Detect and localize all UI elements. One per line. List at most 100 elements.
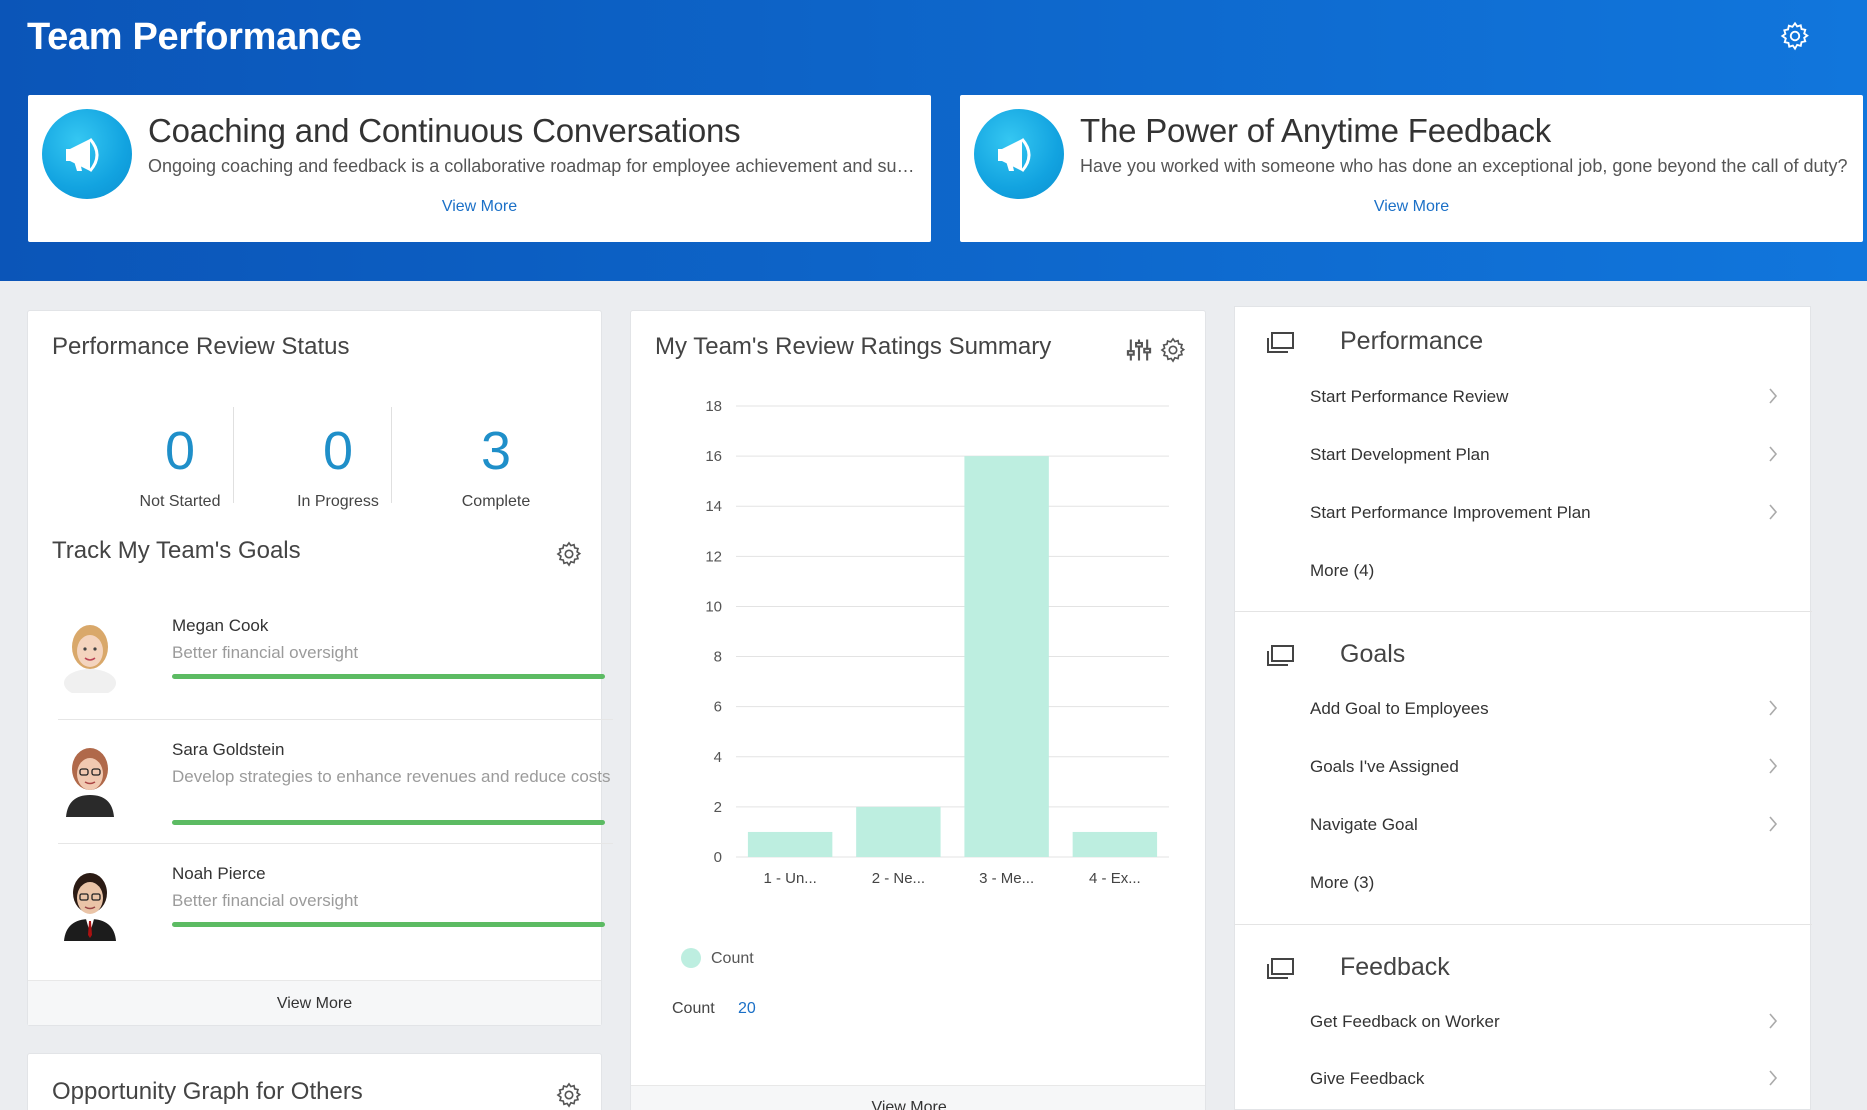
- y-tick-label: 10: [705, 598, 722, 615]
- menu-item-label: Give Feedback: [1310, 1069, 1425, 1088]
- window-stack-icon: [1267, 332, 1294, 353]
- opportunity-graph-card: Opportunity Graph for Others: [27, 1053, 602, 1110]
- chevron-right-icon: [1769, 504, 1778, 520]
- gear-icon[interactable]: [555, 540, 583, 568]
- announcement-card: The Power of Anytime Feedback Have you w…: [960, 95, 1863, 242]
- menu-item-label: Start Development Plan: [1310, 445, 1490, 464]
- menu-section-title: Feedback: [1340, 953, 1450, 981]
- gear-icon[interactable]: [555, 1081, 583, 1109]
- goals-view-more-button[interactable]: View More: [28, 980, 601, 1025]
- worklets-menu-card: Performance Start Performance Review Sta…: [1234, 306, 1812, 1110]
- menu-item-label: More (3): [1310, 873, 1375, 892]
- menu-section-feedback: Feedback Get Feedback on Worker Give Fee…: [1235, 925, 1812, 1110]
- menu-item-goals-ive-assigned[interactable]: Goals I've Assigned: [1310, 753, 1780, 783]
- announcement-card: Coaching and Continuous Conversations On…: [28, 95, 931, 242]
- y-tick-label: 18: [705, 398, 722, 415]
- menu-section-goals: Goals Add Goal to Employees Goals I've A…: [1235, 612, 1812, 925]
- goal-employee-name[interactable]: Sara Goldstein: [172, 740, 284, 760]
- goal-description: Better financial oversight: [172, 643, 359, 662]
- menu-section-title: Performance: [1340, 327, 1484, 355]
- megaphone-icon: [42, 109, 132, 199]
- goal-employee-name[interactable]: Megan Cook: [172, 616, 268, 636]
- x-tick-label: 2 - Ne...: [872, 870, 925, 887]
- goal-progress-bar: [172, 820, 605, 825]
- goal-row[interactable]: Megan Cook Better financial oversight: [58, 596, 613, 720]
- y-tick-label: 0: [714, 849, 722, 866]
- stat-value: 3: [480, 421, 512, 481]
- chevron-right-icon: [1769, 446, 1778, 462]
- goal-description: Better financial oversight: [172, 891, 359, 910]
- ratings-summary-title: My Team's Review Ratings Summary: [655, 333, 1052, 360]
- goals-title: Track My Team's Goals: [52, 537, 301, 564]
- ratings-summary-card: My Team's Review Ratings Summary 0 2 4 6 8 10…: [630, 310, 1206, 1110]
- window-stack-icon: [1267, 958, 1294, 979]
- filter-sliders-icon[interactable]: [1125, 336, 1153, 364]
- announcement-title: Coaching and Continuous Conversations: [148, 112, 741, 149]
- avatar: [66, 748, 114, 817]
- view-more-link[interactable]: View More: [28, 198, 931, 216]
- menu-item-give-feedback[interactable]: Give Feedback: [1310, 1065, 1780, 1095]
- menu-item-get-feedback-on-worker[interactable]: Get Feedback on Worker: [1310, 1008, 1780, 1038]
- x-tick-label: 4 - Ex...: [1089, 870, 1141, 887]
- chart-bar[interactable]: [856, 806, 941, 857]
- gear-icon[interactable]: [1159, 336, 1187, 364]
- announcement-text: Ongoing coaching and feedback is a colla…: [148, 156, 918, 176]
- chevron-right-icon: [1769, 758, 1778, 774]
- menu-item-more[interactable]: More (4): [1310, 557, 1780, 587]
- page-header: Team Performance Coaching and Continuous…: [0, 0, 1867, 281]
- menu-item-start-pip[interactable]: Start Performance Improvement Plan: [1310, 499, 1780, 529]
- goal-progress-bar: [172, 922, 605, 927]
- menu-item-label: Navigate Goal: [1310, 815, 1418, 834]
- menu-item-more[interactable]: More (3): [1310, 869, 1780, 899]
- y-tick-label: 2: [714, 799, 722, 816]
- chart-bar[interactable]: [964, 456, 1049, 857]
- page-title: Team Performance: [27, 16, 362, 58]
- gear-icon[interactable]: [1779, 20, 1811, 52]
- menu-item-start-performance-review[interactable]: Start Performance Review: [1310, 383, 1780, 413]
- menu-section-title: Goals: [1340, 640, 1406, 668]
- x-tick-label: 1 - Un...: [763, 870, 816, 887]
- ratings-view-more-button[interactable]: View More ...: [631, 1085, 1205, 1110]
- menu-item-label: Start Performance Improvement Plan: [1310, 503, 1591, 522]
- menu-item-navigate-goal[interactable]: Navigate Goal: [1310, 811, 1780, 841]
- divider: [391, 407, 392, 503]
- goal-description: Develop strategies to enhance revenues a…: [172, 767, 611, 786]
- review-status-title: Performance Review Status: [52, 333, 350, 360]
- window-stack-icon: [1267, 645, 1294, 666]
- goal-row[interactable]: Noah Pierce Better financial oversight: [58, 844, 613, 954]
- announcement-title: The Power of Anytime Feedback: [1080, 112, 1552, 149]
- y-tick-label: 4: [714, 749, 722, 766]
- goal-progress-bar: [172, 674, 605, 679]
- review-status-card: Performance Review Status 0 Not Started …: [27, 310, 613, 1026]
- chart-bar[interactable]: [747, 831, 833, 857]
- chevron-right-icon: [1769, 1070, 1778, 1086]
- announcement-text: Have you worked with someone who has don…: [1080, 156, 1848, 176]
- menu-item-start-development-plan[interactable]: Start Development Plan: [1310, 441, 1780, 471]
- x-tick-label: 3 - Me...: [979, 870, 1034, 887]
- menu-section-performance: Performance Start Performance Review Sta…: [1235, 307, 1812, 612]
- legend-label[interactable]: Count: [711, 950, 754, 968]
- total-count-value[interactable]: 20: [738, 1000, 756, 1018]
- chart-bar[interactable]: [1072, 831, 1158, 857]
- chevron-right-icon: [1769, 388, 1778, 404]
- y-tick-label: 16: [705, 448, 722, 465]
- menu-item-label: More (4): [1310, 561, 1375, 580]
- y-tick-label: 6: [714, 699, 722, 716]
- menu-item-label: Goals I've Assigned: [1310, 757, 1459, 776]
- megaphone-icon: [974, 109, 1064, 199]
- divider: [233, 407, 234, 503]
- chevron-right-icon: [1769, 816, 1778, 832]
- y-tick-label: 12: [705, 548, 722, 565]
- total-count-label: Count: [672, 1000, 715, 1017]
- view-more-link[interactable]: View More: [960, 198, 1863, 216]
- stat-complete[interactable]: 3 Complete: [421, 421, 571, 511]
- opportunity-graph-title: Opportunity Graph for Others: [52, 1078, 363, 1105]
- legend-swatch: [681, 948, 701, 968]
- menu-item-label: Start Performance Review: [1310, 387, 1509, 406]
- chevron-right-icon: [1769, 1013, 1778, 1029]
- menu-item-add-goal-to-employees[interactable]: Add Goal to Employees: [1310, 695, 1780, 725]
- goal-employee-name[interactable]: Noah Pierce: [172, 864, 266, 884]
- avatar: [64, 873, 116, 941]
- ratings-bar-chart: 0 2 4 6 8 10 12 14 16 18 1 - Un... 2 - Ne... 3 - Me.…: [705, 398, 1169, 887]
- goal-row[interactable]: Sara Goldstein Develop strategies to enh…: [58, 720, 613, 844]
